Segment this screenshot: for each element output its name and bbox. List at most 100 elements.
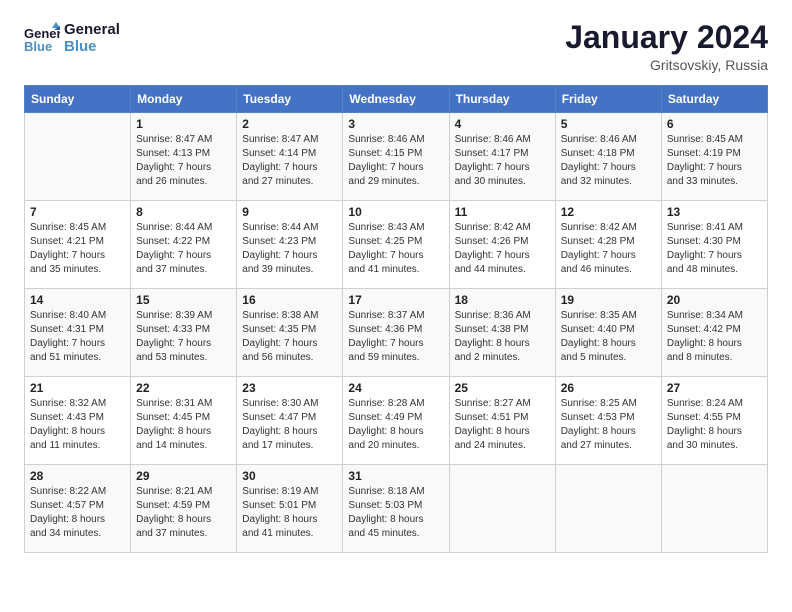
day-number: 2 — [242, 117, 337, 131]
day-number: 28 — [30, 469, 125, 483]
day-cell — [25, 113, 131, 201]
day-info: Sunrise: 8:42 AM Sunset: 4:28 PM Dayligh… — [561, 221, 656, 277]
day-cell: 18Sunrise: 8:36 AM Sunset: 4:38 PM Dayli… — [449, 289, 555, 377]
day-cell — [661, 465, 767, 553]
day-number: 25 — [455, 381, 550, 395]
day-cell: 24Sunrise: 8:28 AM Sunset: 4:49 PM Dayli… — [343, 377, 449, 465]
day-info: Sunrise: 8:41 AM Sunset: 4:30 PM Dayligh… — [667, 221, 762, 277]
header-cell-tuesday: Tuesday — [237, 86, 343, 113]
day-cell: 25 Sunrise: 8:27 AM Sunset: 4:51 PM Dayli… — [449, 377, 555, 465]
day-cell: 28 Sunrise: 8:22 AM Sunset: 4:57 PM Dayli… — [25, 465, 131, 553]
day-cell: 19 Sunrise: 8:35 AM Sunset: 4:40 PM Dayli… — [555, 289, 661, 377]
day-info: Sunrise: 8:40 AM Sunset: 4:31 PM Dayligh… — [30, 309, 125, 365]
page-header: General Blue General Blue January 2024 G… — [24, 20, 768, 73]
day-number: 7 — [30, 205, 125, 219]
day-info: Sunrise: 8:46 AM Sunset: 4:18 PM Dayligh… — [561, 133, 656, 189]
header-cell-wednesday: Wednesday — [343, 86, 449, 113]
day-cell: 10Sunrise: 8:43 AM Sunset: 4:25 PM Dayli… — [343, 201, 449, 289]
day-number: 3 — [348, 117, 443, 131]
day-number: 27 — [667, 381, 762, 395]
day-number: 21 — [30, 381, 125, 395]
day-cell: 17 Sunrise: 8:37 AM Sunset: 4:36 PM Dayli… — [343, 289, 449, 377]
day-info: Sunrise: 8:46 AM Sunset: 4:15 PM Dayligh… — [348, 133, 443, 189]
day-info: Sunrise: 8:35 AM Sunset: 4:40 PM Dayligh… — [561, 309, 656, 365]
day-info: Sunrise: 8:27 AM Sunset: 4:51 PM Dayligh… — [455, 397, 550, 453]
svg-text:Blue: Blue — [24, 39, 52, 54]
day-cell: 3 Sunrise: 8:46 AM Sunset: 4:15 PM Daylig… — [343, 113, 449, 201]
day-info: Sunrise: 8:44 AM Sunset: 4:22 PM Dayligh… — [136, 221, 231, 277]
logo-icon: General Blue — [24, 20, 60, 56]
header-cell-sunday: Sunday — [25, 86, 131, 113]
day-number: 30 — [242, 469, 337, 483]
day-info: Sunrise: 8:22 AM Sunset: 4:57 PM Dayligh… — [30, 485, 125, 541]
day-number: 11 — [455, 205, 550, 219]
day-cell: 2 Sunrise: 8:47 AM Sunset: 4:14 PM Daylig… — [237, 113, 343, 201]
day-info: Sunrise: 8:38 AM Sunset: 4:35 PM Dayligh… — [242, 309, 337, 365]
day-number: 22 — [136, 381, 231, 395]
day-number: 14 — [30, 293, 125, 307]
day-number: 16 — [242, 293, 337, 307]
day-cell: 30 Sunrise: 8:19 AM Sunset: 5:01 PM Dayli… — [237, 465, 343, 553]
logo: General Blue General Blue — [24, 20, 120, 56]
calendar-table: SundayMondayTuesdayWednesdayThursdayFrid… — [24, 85, 768, 553]
day-cell: 20 Sunrise: 8:34 AM Sunset: 4:42 PM Dayli… — [661, 289, 767, 377]
header-cell-monday: Monday — [131, 86, 237, 113]
day-number: 13 — [667, 205, 762, 219]
day-info: Sunrise: 8:46 AM Sunset: 4:17 PM Dayligh… — [455, 133, 550, 189]
day-cell: 26 Sunrise: 8:25 AM Sunset: 4:53 PM Dayli… — [555, 377, 661, 465]
day-number: 19 — [561, 293, 656, 307]
day-info: Sunrise: 8:32 AM Sunset: 4:43 PM Dayligh… — [30, 397, 125, 453]
day-info: Sunrise: 8:44 AM Sunset: 4:23 PM Dayligh… — [242, 221, 337, 277]
day-info: Sunrise: 8:25 AM Sunset: 4:53 PM Dayligh… — [561, 397, 656, 453]
day-number: 17 — [348, 293, 443, 307]
day-number: 23 — [242, 381, 337, 395]
day-info: Sunrise: 8:31 AM Sunset: 4:45 PM Dayligh… — [136, 397, 231, 453]
header-row: SundayMondayTuesdayWednesdayThursdayFrid… — [25, 86, 768, 113]
day-info: Sunrise: 8:18 AM Sunset: 5:03 PM Dayligh… — [348, 485, 443, 541]
day-number: 15 — [136, 293, 231, 307]
day-cell: 5Sunrise: 8:46 AM Sunset: 4:18 PM Daylig… — [555, 113, 661, 201]
day-info: Sunrise: 8:47 AM Sunset: 4:14 PM Dayligh… — [242, 133, 337, 189]
day-cell: 6 Sunrise: 8:45 AM Sunset: 4:19 PM Daylig… — [661, 113, 767, 201]
day-number: 26 — [561, 381, 656, 395]
day-info: Sunrise: 8:45 AM Sunset: 4:19 PM Dayligh… — [667, 133, 762, 189]
header-cell-saturday: Saturday — [661, 86, 767, 113]
day-cell: 8 Sunrise: 8:44 AM Sunset: 4:22 PM Daylig… — [131, 201, 237, 289]
day-number: 29 — [136, 469, 231, 483]
location: Gritsovskiy, Russia — [565, 57, 768, 73]
day-cell: 29Sunrise: 8:21 AM Sunset: 4:59 PM Dayli… — [131, 465, 237, 553]
day-cell: 9 Sunrise: 8:44 AM Sunset: 4:23 PM Daylig… — [237, 201, 343, 289]
day-cell: 4 Sunrise: 8:46 AM Sunset: 4:17 PM Daylig… — [449, 113, 555, 201]
day-number: 10 — [348, 205, 443, 219]
day-cell: 1Sunrise: 8:47 AM Sunset: 4:13 PM Daylig… — [131, 113, 237, 201]
day-number: 8 — [136, 205, 231, 219]
day-cell — [555, 465, 661, 553]
day-cell — [449, 465, 555, 553]
day-info: Sunrise: 8:24 AM Sunset: 4:55 PM Dayligh… — [667, 397, 762, 453]
week-row-4: 21 Sunrise: 8:32 AM Sunset: 4:43 PM Dayli… — [25, 377, 768, 465]
day-number: 9 — [242, 205, 337, 219]
day-number: 4 — [455, 117, 550, 131]
day-cell: 7 Sunrise: 8:45 AM Sunset: 4:21 PM Daylig… — [25, 201, 131, 289]
day-info: Sunrise: 8:45 AM Sunset: 4:21 PM Dayligh… — [30, 221, 125, 277]
day-cell: 31Sunrise: 8:18 AM Sunset: 5:03 PM Dayli… — [343, 465, 449, 553]
day-info: Sunrise: 8:30 AM Sunset: 4:47 PM Dayligh… — [242, 397, 337, 453]
day-info: Sunrise: 8:39 AM Sunset: 4:33 PM Dayligh… — [136, 309, 231, 365]
day-cell: 11Sunrise: 8:42 AM Sunset: 4:26 PM Dayli… — [449, 201, 555, 289]
day-number: 24 — [348, 381, 443, 395]
day-number: 1 — [136, 117, 231, 131]
day-number: 20 — [667, 293, 762, 307]
day-info: Sunrise: 8:19 AM Sunset: 5:01 PM Dayligh… — [242, 485, 337, 541]
day-cell: 27 Sunrise: 8:24 AM Sunset: 4:55 PM Dayli… — [661, 377, 767, 465]
week-row-2: 7 Sunrise: 8:45 AM Sunset: 4:21 PM Daylig… — [25, 201, 768, 289]
day-info: Sunrise: 8:37 AM Sunset: 4:36 PM Dayligh… — [348, 309, 443, 365]
header-cell-thursday: Thursday — [449, 86, 555, 113]
day-number: 18 — [455, 293, 550, 307]
day-number: 6 — [667, 117, 762, 131]
day-cell: 13 Sunrise: 8:41 AM Sunset: 4:30 PM Dayli… — [661, 201, 767, 289]
day-cell: 23 Sunrise: 8:30 AM Sunset: 4:47 PM Dayli… — [237, 377, 343, 465]
day-cell: 15 Sunrise: 8:39 AM Sunset: 4:33 PM Dayli… — [131, 289, 237, 377]
title-block: January 2024 Gritsovskiy, Russia — [565, 20, 768, 73]
month-title: January 2024 — [565, 20, 768, 55]
day-info: Sunrise: 8:34 AM Sunset: 4:42 PM Dayligh… — [667, 309, 762, 365]
